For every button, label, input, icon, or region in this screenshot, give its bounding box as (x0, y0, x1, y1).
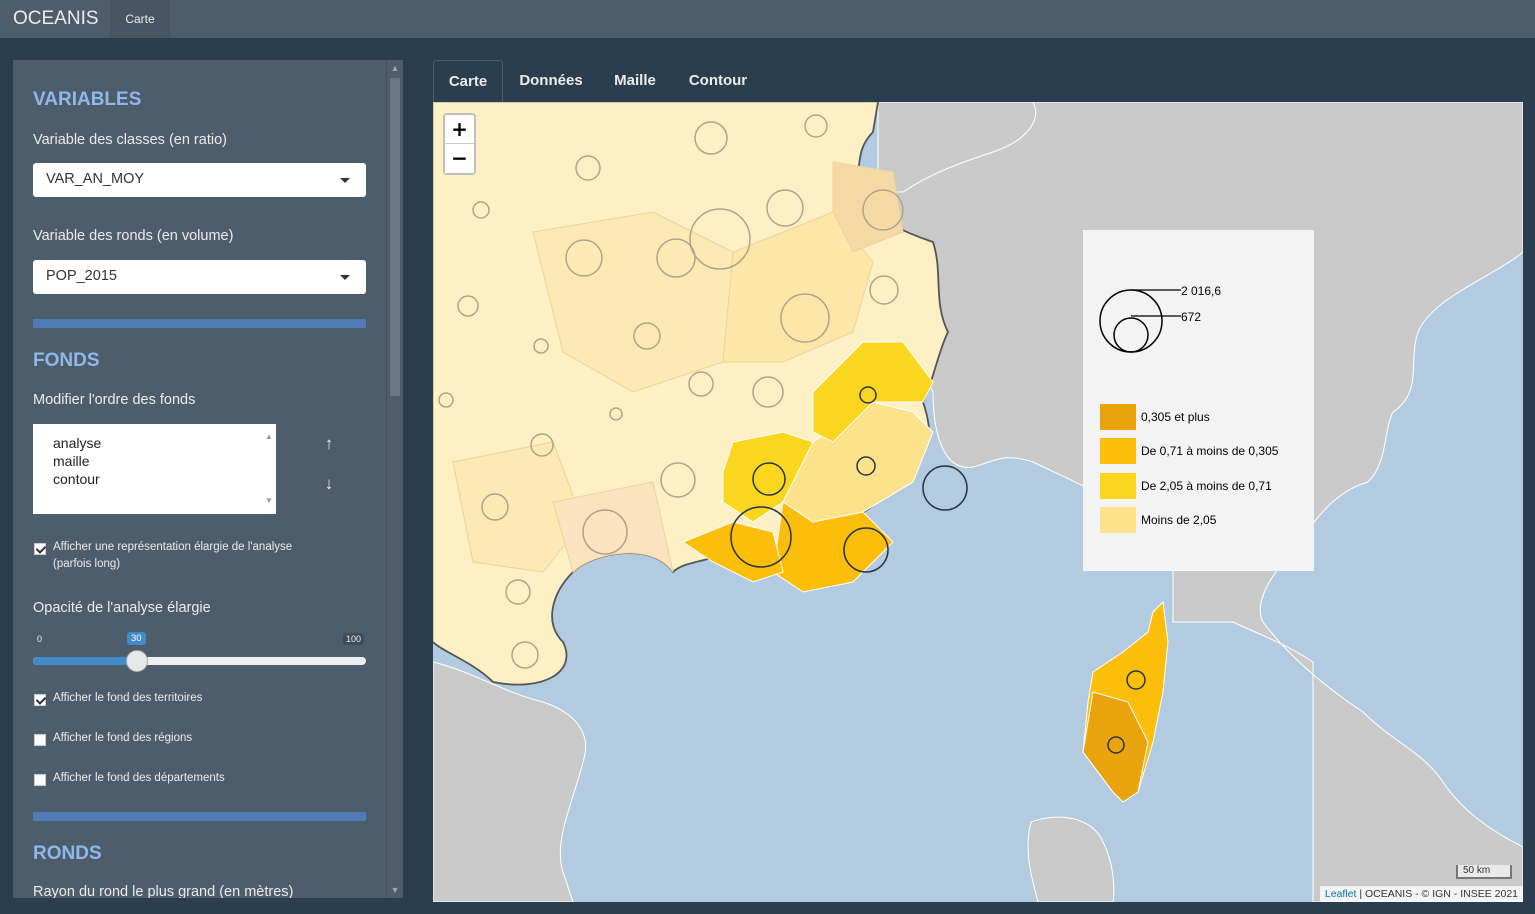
tab-contour[interactable]: Contour (679, 60, 757, 102)
opacity-label: Opacité de l'analyse élargie (33, 600, 211, 616)
leaflet-link[interactable]: Leaflet (1325, 888, 1357, 900)
scroll-down-icon[interactable]: ▼ (387, 882, 403, 898)
chevron-down-icon (340, 178, 350, 183)
scroll-down-icon[interactable]: ▼ (265, 492, 273, 510)
variables-section-title: VARIABLES (33, 89, 142, 110)
legend-class-label: Moins de 2,05 (1141, 513, 1217, 527)
fonds-section-title: FONDS (33, 350, 100, 371)
sidebar-scrollbar[interactable]: ▲ ▼ (386, 60, 403, 898)
app-brand[interactable]: OCEANIS (13, 8, 99, 30)
slider-value-badge: 30 (127, 632, 146, 645)
scrollbar-thumb[interactable] (390, 78, 400, 396)
elargie-label: Afficher une représentation élargie de l… (53, 541, 293, 570)
legend-class-label: 0,305 et plus (1141, 410, 1210, 424)
regions-checkbox[interactable] (34, 734, 46, 746)
departements-label: Afficher le fond des départements (53, 772, 225, 784)
list-item[interactable]: contour (53, 470, 256, 488)
map-legend: 2 016,6 672 0,305 et plus De 0,71 à moin… (1083, 230, 1314, 571)
rayon-label: Rayon du rond le plus grand (en mètres) (33, 884, 294, 898)
legend-swatch (1100, 507, 1136, 533)
list-item[interactable]: maille (53, 452, 256, 470)
zoom-in-button[interactable]: + (445, 115, 474, 144)
legend-class-label: De 2,05 à moins de 0,71 (1141, 479, 1272, 493)
zoom-control: + − (443, 113, 476, 175)
map-view[interactable]: + − 2 016,6 672 0,305 et plus De 0,71 à … (433, 102, 1523, 902)
var-ronds-value: POP_2015 (46, 268, 117, 284)
legend-circle-min: 672 (1181, 310, 1202, 324)
listbox-scrollbar[interactable]: ▲ ▼ (264, 426, 274, 512)
territoires-checkbox[interactable] (34, 694, 46, 706)
legend-class-label: De 0,71 à moins de 0,305 (1141, 444, 1279, 458)
map-attribution: Leaflet | OCEANIS - © IGN - INSEE 2021 (1319, 886, 1523, 902)
zoom-out-button[interactable]: − (445, 144, 474, 173)
chevron-down-icon (340, 275, 350, 280)
attribution-text: | OCEANIS - © IGN - INSEE 2021 (1356, 888, 1518, 900)
scroll-up-icon[interactable]: ▲ (265, 428, 273, 446)
order-listbox[interactable]: analyse maille contour ▲ ▼ (33, 424, 276, 514)
arrow-up-icon[interactable]: ↑ (319, 434, 339, 454)
slider-max-label: 100 (343, 633, 365, 645)
order-label: Modifier l'ordre des fonds (33, 392, 196, 408)
nav-tab-carte[interactable]: Carte (110, 0, 170, 38)
ronds-section-title: RONDS (33, 843, 102, 864)
section-divider (33, 812, 366, 821)
elargie-checkbox[interactable] (34, 543, 46, 555)
arrow-down-icon[interactable]: ↓ (319, 474, 339, 494)
tab-carte[interactable]: Carte (433, 60, 503, 102)
section-divider (33, 319, 366, 328)
territoires-label: Afficher le fond des territoires (53, 692, 203, 704)
legend-swatch (1100, 404, 1136, 430)
scroll-up-icon[interactable]: ▲ (387, 60, 403, 76)
var-classes-value: VAR_AN_MOY (46, 171, 145, 187)
opacity-slider-fill (33, 657, 137, 665)
var-classes-select[interactable]: VAR_AN_MOY (33, 163, 366, 197)
legend-circle-max: 2 016,6 (1181, 284, 1222, 298)
top-navbar: OCEANIS Carte (0, 0, 1535, 38)
tab-donnees[interactable]: Données (509, 60, 593, 102)
slider-min-label: 0 (34, 633, 46, 645)
map-scale: 50 km (1456, 865, 1512, 879)
list-item[interactable]: analyse (53, 434, 256, 452)
var-classes-label: Variable des classes (en ratio) (33, 132, 227, 148)
opacity-slider-handle[interactable] (126, 650, 148, 672)
tab-maille[interactable]: Maille (603, 60, 667, 102)
departements-checkbox[interactable] (34, 774, 46, 786)
sidebar-panel: VARIABLES Variable des classes (en ratio… (13, 60, 403, 898)
legend-swatch (1100, 438, 1136, 464)
regions-label: Afficher le fond des régions (53, 732, 193, 744)
var-ronds-label: Variable des ronds (en volume) (33, 228, 234, 244)
legend-swatch (1100, 473, 1136, 499)
var-ronds-select[interactable]: POP_2015 (33, 260, 366, 294)
map-canvas[interactable] (433, 102, 1523, 902)
